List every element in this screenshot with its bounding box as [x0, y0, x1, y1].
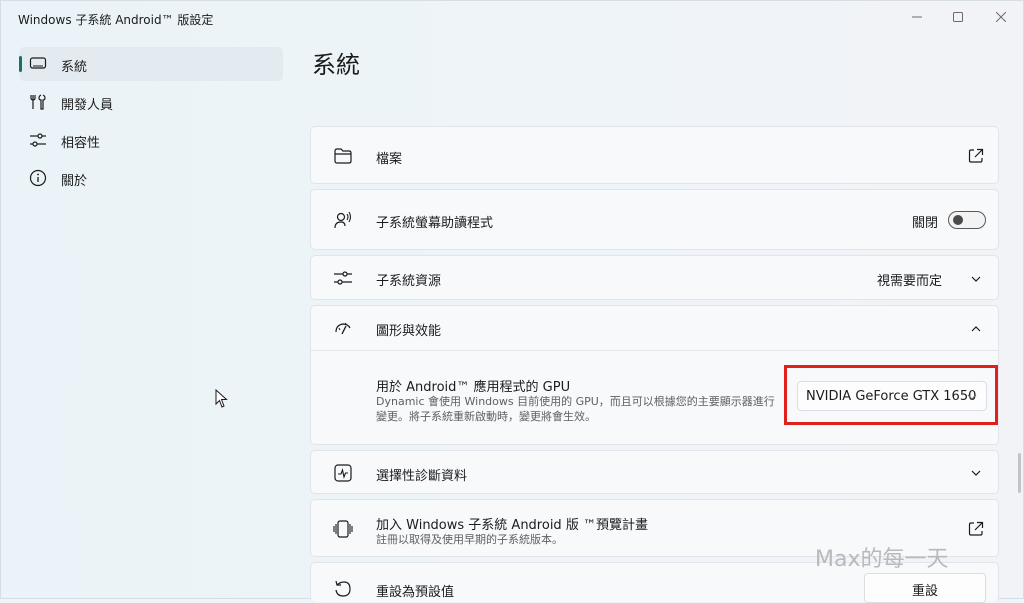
graphics-header[interactable]: 圖形與效能 [311, 306, 998, 350]
monitor-icon [29, 57, 47, 69]
sidebar-item-label: 系統 [61, 60, 88, 75]
sidebar-item-developer[interactable]: 開發人員 [19, 85, 283, 119]
screen-reader-toggle[interactable] [948, 211, 986, 229]
reset-icon [335, 580, 351, 597]
files-row[interactable]: 檔案 [310, 126, 999, 184]
preview-program-sub: 註冊以取得及使用早期的子系統版本。 [376, 533, 563, 546]
settings-window: Windows 子系統 Android™ 版設定 系統 開發人員 相容性 關於 [0, 0, 1024, 603]
screen-reader-state-label: 關閉 [912, 216, 939, 231]
scrollbar[interactable] [1018, 453, 1021, 493]
maximize-icon [953, 12, 963, 22]
gpu-description-line2: 變更。將子系統重新啟動時，變更將會生效。 [376, 410, 596, 423]
graphics-label: 圖形與效能 [376, 324, 442, 339]
watermark: Max的每一天 [815, 547, 949, 572]
minimize-icon [912, 16, 922, 18]
maximize-button[interactable] [938, 5, 978, 29]
sliders-icon [334, 271, 352, 285]
sidebar-item-label: 關於 [61, 174, 88, 189]
sidebar-item-compatibility[interactable]: 相容性 [19, 123, 283, 157]
files-label: 檔案 [376, 152, 403, 167]
resources-row[interactable]: 子系統資源 視需要而定 [310, 255, 999, 300]
close-icon [996, 12, 1006, 22]
info-icon [29, 169, 47, 187]
page-title: 系統 [312, 51, 360, 79]
sidebar-item-system[interactable]: 系統 [19, 47, 283, 81]
chevron-up-icon [971, 326, 981, 332]
screen-reader-row: 子系統螢幕助讀程式 關閉 [310, 189, 999, 250]
resources-label: 子系統資源 [376, 274, 442, 289]
sidebar-item-label: 開發人員 [61, 98, 114, 113]
sidebar-item-about[interactable]: 關於 [19, 161, 283, 195]
diagnostics-label: 選擇性診斷資料 [376, 469, 468, 484]
external-link-icon [968, 148, 984, 163]
divider [311, 350, 998, 351]
diagnostics-row[interactable]: 選擇性診斷資料 [310, 450, 999, 494]
pulse-icon [334, 464, 352, 482]
minimize-button[interactable] [897, 5, 937, 29]
reset-button-label: 重設 [911, 584, 938, 599]
reset-label: 重設為預設值 [376, 585, 455, 600]
title-bar: Windows 子系統 Android™ 版設定 [1, 1, 1023, 33]
toggle-knob [953, 215, 963, 225]
gpu-description-line1: Dynamic 會使用 Windows 目前使用的 GPU，而且可以根據您的主要… [376, 395, 775, 408]
sidebar-item-label: 相容性 [61, 136, 101, 151]
chevron-down-icon [971, 470, 981, 476]
gpu-label: 用於 Android™ 應用程式的 GPU [376, 380, 571, 395]
preview-icon [333, 520, 353, 538]
screen-reader-label: 子系統螢幕助讀程式 [376, 216, 494, 231]
sliders-icon [30, 133, 46, 147]
folder-icon [334, 148, 352, 164]
screen-reader-icon [334, 211, 352, 229]
preview-program-label: 加入 Windows 子系統 Android 版 ™預覽計畫 [376, 518, 648, 533]
active-indicator [19, 56, 22, 72]
close-button[interactable] [981, 5, 1021, 29]
resources-value: 視需要而定 [877, 274, 943, 289]
tools-icon [30, 94, 46, 110]
mouse-cursor-icon [215, 389, 228, 408]
chevron-down-icon [971, 276, 981, 282]
gauge-icon [335, 322, 351, 335]
external-link-icon [968, 521, 984, 536]
window-title: Windows 子系統 Android™ 版設定 [18, 13, 214, 27]
annotation-highlight-box [784, 365, 998, 425]
